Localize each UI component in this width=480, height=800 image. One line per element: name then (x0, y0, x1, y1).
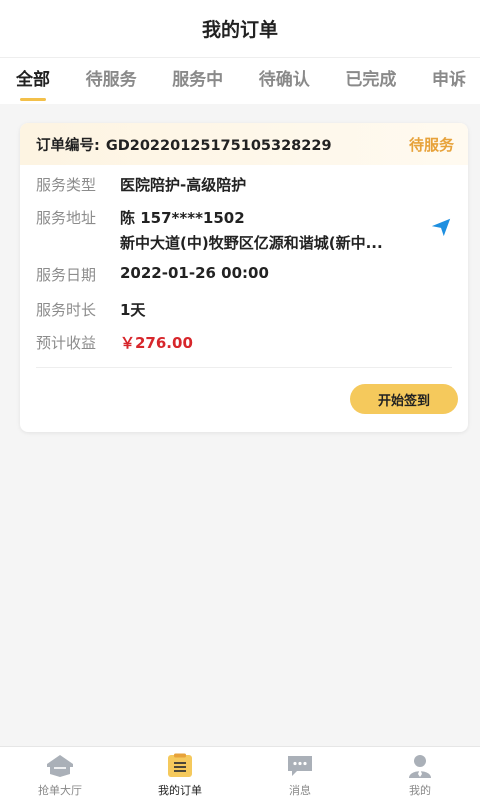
tabbar-item-orders[interactable]: 我的订单 (120, 747, 240, 800)
service-date-label: 服务日期 (36, 266, 97, 284)
tabbar-label-orders: 我的订单 (158, 784, 202, 797)
address-value: 新中大道(中)牧野区亿源和谐城(新中... (120, 234, 383, 252)
page-title: 我的订单 (0, 0, 480, 58)
service-duration-value: 1天 (120, 301, 146, 319)
service-type-row: 服务类型 医院陪护-高级陪护 (36, 174, 246, 195)
tab-in-service[interactable]: 服务中 (172, 58, 223, 104)
navigation-icon[interactable] (430, 216, 452, 238)
order-number-label: 订单编号: (36, 137, 100, 154)
address-label: 服务地址 (36, 209, 97, 227)
profile-icon (409, 755, 431, 778)
tabbar-label-hall: 抢单大厅 (38, 784, 82, 797)
service-type-value: 医院陪护-高级陪护 (120, 176, 247, 194)
contact-value: 陈 157****1502 (120, 209, 245, 227)
income-row: 预计收益 ￥276.00 (36, 332, 193, 353)
address-row: 服务地址 陈 157****1502 (36, 207, 245, 228)
tab-all[interactable]: 全部 (16, 58, 50, 104)
order-number-value: GD20220125175105328229 (105, 137, 332, 154)
income-label: 预计收益 (36, 334, 97, 352)
service-duration-row: 服务时长 1天 (36, 299, 145, 320)
order-number: 订单编号: GD20220125175105328229 (36, 134, 332, 155)
service-type-label: 服务类型 (36, 176, 97, 194)
orders-icon (168, 753, 192, 777)
order-card[interactable]: 订单编号: GD20220125175105328229 待服务 服务类型 医院陪… (20, 123, 468, 432)
tab-completed[interactable]: 已完成 (345, 58, 396, 104)
order-tabs: 全部 待服务 服务中 待确认 已完成 申诉 (0, 58, 480, 104)
service-date-row: 服务日期 2022-01-26 00:00 (36, 264, 269, 285)
tabbar-item-hall[interactable]: 抢单大厅 (0, 747, 120, 800)
tabbar-label-profile: 我的 (409, 784, 431, 797)
service-date-value: 2022-01-26 00:00 (120, 264, 269, 282)
income-value: ￥276.00 (120, 334, 193, 352)
tabbar-label-messages: 消息 (289, 784, 311, 797)
start-checkin-button[interactable]: 开始签到 (350, 384, 458, 414)
tabbar-item-profile[interactable]: 我的 (360, 747, 480, 800)
tab-appeal[interactable]: 申诉 (432, 58, 466, 104)
card-divider (36, 367, 452, 368)
message-icon (288, 756, 312, 776)
service-duration-label: 服务时长 (36, 301, 97, 319)
status-badge: 待服务 (408, 135, 454, 154)
hall-icon (47, 755, 73, 777)
order-card-header: 订单编号: GD20220125175105328229 待服务 (20, 123, 468, 165)
bottom-tab-bar: 抢单大厅 我的订单 消息 我的 (0, 746, 480, 800)
tab-pending-service[interactable]: 待服务 (86, 58, 137, 104)
tab-pending-confirm[interactable]: 待确认 (259, 58, 310, 104)
tabbar-item-messages[interactable]: 消息 (240, 747, 360, 800)
